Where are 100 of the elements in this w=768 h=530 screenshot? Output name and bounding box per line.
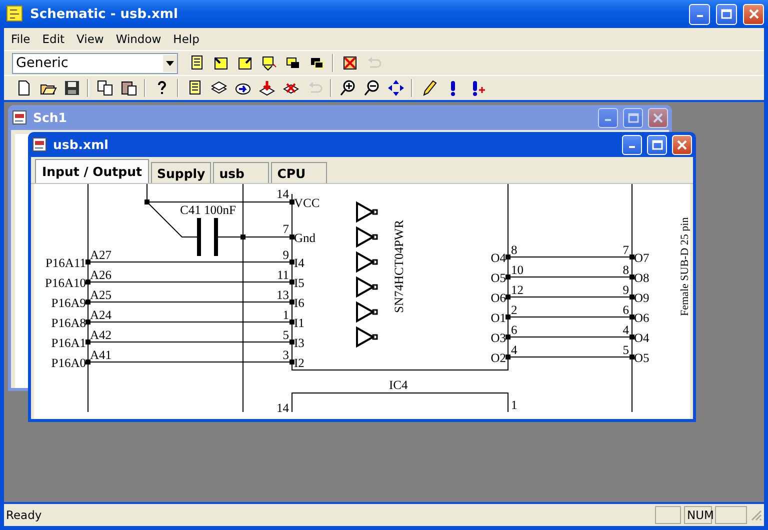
pin-label: O6 bbox=[634, 311, 650, 325]
net-label: A27 bbox=[90, 248, 112, 262]
component-label: C41 100nF bbox=[180, 203, 236, 217]
close-icon bbox=[653, 112, 663, 122]
close-icon bbox=[748, 9, 758, 19]
connector-label: Female SUB-D 25 pin bbox=[679, 217, 690, 316]
window-title: Schematic - usb.xml bbox=[30, 6, 179, 22]
pin-number: 5 bbox=[282, 328, 289, 342]
pin-number: 8 bbox=[622, 263, 629, 277]
pin-label: I6 bbox=[294, 296, 304, 310]
pin-number: 1 bbox=[511, 398, 518, 412]
app-icon bbox=[6, 5, 24, 23]
pin-number: 9 bbox=[622, 283, 629, 297]
pin-number: 10 bbox=[511, 263, 524, 277]
close-button[interactable] bbox=[743, 4, 764, 24]
pin-number: 2 bbox=[511, 303, 518, 317]
pin-label: O4 bbox=[490, 251, 506, 265]
preset-dropdown[interactable]: Generic bbox=[12, 52, 178, 74]
port-label: P16A8 bbox=[51, 316, 86, 330]
close-button[interactable] bbox=[672, 134, 692, 154]
net-label: A41 bbox=[90, 348, 112, 362]
inverter-symbol bbox=[356, 301, 378, 323]
pin-number: 1 bbox=[282, 308, 289, 322]
inverter-symbol bbox=[356, 326, 378, 348]
inverter-symbol bbox=[356, 276, 378, 298]
part-number: SN74HCT04PWR bbox=[392, 220, 406, 313]
maximize-button[interactable] bbox=[623, 108, 643, 128]
pin-label: O1 bbox=[490, 311, 506, 325]
window-title: Sch1 bbox=[33, 110, 68, 125]
port-label: P16A10 bbox=[45, 276, 86, 290]
pin-number: 4 bbox=[511, 343, 518, 357]
pin-label: I2 bbox=[294, 356, 304, 370]
pin-number: 7 bbox=[622, 243, 629, 257]
component-label: IC4 bbox=[389, 378, 408, 392]
pin-label: Gnd bbox=[294, 231, 316, 245]
minimize-button[interactable] bbox=[689, 4, 710, 24]
document-icon bbox=[12, 110, 28, 126]
minimize-button[interactable] bbox=[598, 108, 618, 128]
pin-label: O2 bbox=[490, 351, 506, 365]
window-title: usb.xml bbox=[53, 137, 110, 152]
pin-label: O8 bbox=[634, 271, 650, 285]
status-indicator: NUM bbox=[684, 506, 712, 524]
pin-label: O4 bbox=[634, 331, 650, 345]
inverter-symbol bbox=[356, 226, 378, 248]
pin-number: 14 bbox=[276, 401, 289, 412]
pin-number: 8 bbox=[511, 243, 518, 257]
pin-number: 7 bbox=[282, 222, 289, 236]
status-pane bbox=[655, 506, 681, 524]
pin-number: 6 bbox=[511, 323, 518, 337]
close-button[interactable] bbox=[648, 108, 668, 128]
status-text: Ready bbox=[6, 508, 43, 522]
menu-item[interactable]: Window bbox=[110, 30, 166, 48]
net-label: A25 bbox=[90, 288, 112, 302]
pin-number: 11 bbox=[276, 268, 289, 282]
pin-label: O3 bbox=[490, 331, 506, 345]
menu-item[interactable]: Edit bbox=[37, 30, 70, 48]
net-label: A24 bbox=[90, 308, 112, 322]
maximize-button[interactable] bbox=[716, 4, 737, 24]
port-label: P16A0 bbox=[51, 356, 86, 370]
pin-number: 3 bbox=[282, 348, 289, 362]
maximize-icon bbox=[721, 9, 732, 19]
net-label: A26 bbox=[90, 268, 112, 282]
tab[interactable]: Input / Output bbox=[35, 159, 149, 183]
status-pane bbox=[715, 506, 747, 524]
pin-number: 4 bbox=[622, 323, 629, 337]
caret-icon bbox=[166, 60, 174, 66]
maximize-icon bbox=[652, 140, 662, 150]
port-label: P16A1 bbox=[51, 336, 86, 350]
pin-label: I1 bbox=[294, 316, 304, 330]
tab[interactable]: usb bbox=[213, 162, 270, 183]
tab[interactable]: CPU bbox=[271, 162, 328, 183]
pin-label: O9 bbox=[634, 291, 650, 305]
pin-number: 13 bbox=[276, 288, 289, 302]
pin-number: 6 bbox=[622, 303, 629, 317]
inverter-symbol bbox=[356, 251, 378, 273]
pin-label: O5 bbox=[634, 351, 650, 365]
pin-label: O5 bbox=[490, 271, 506, 285]
pin-label: O7 bbox=[634, 251, 650, 265]
tab[interactable]: Supply bbox=[150, 162, 212, 183]
inverter-symbol bbox=[356, 201, 378, 223]
port-label: P16A11 bbox=[45, 256, 86, 270]
pin-number: 9 bbox=[282, 248, 289, 262]
menu-item[interactable]: View bbox=[72, 30, 109, 48]
pin-label: I4 bbox=[294, 256, 304, 270]
pin-number: 12 bbox=[511, 283, 524, 297]
menu-item[interactable]: Help bbox=[168, 30, 204, 48]
minimize-button[interactable] bbox=[622, 134, 642, 154]
pin-number: 14 bbox=[276, 187, 289, 201]
maximize-icon bbox=[628, 112, 638, 122]
pin-label: I3 bbox=[294, 336, 304, 350]
port-label: P16A9 bbox=[51, 296, 86, 310]
net-label: A42 bbox=[90, 328, 112, 342]
capacitor-symbol bbox=[197, 218, 218, 256]
close-icon bbox=[677, 140, 687, 150]
pin-label: O6 bbox=[490, 291, 506, 305]
pin-label: VCC bbox=[294, 196, 320, 210]
resize-grip-icon bbox=[750, 509, 762, 521]
pin-number: 5 bbox=[622, 343, 629, 357]
menu-item[interactable]: File bbox=[6, 30, 36, 48]
maximize-button[interactable] bbox=[647, 134, 667, 154]
